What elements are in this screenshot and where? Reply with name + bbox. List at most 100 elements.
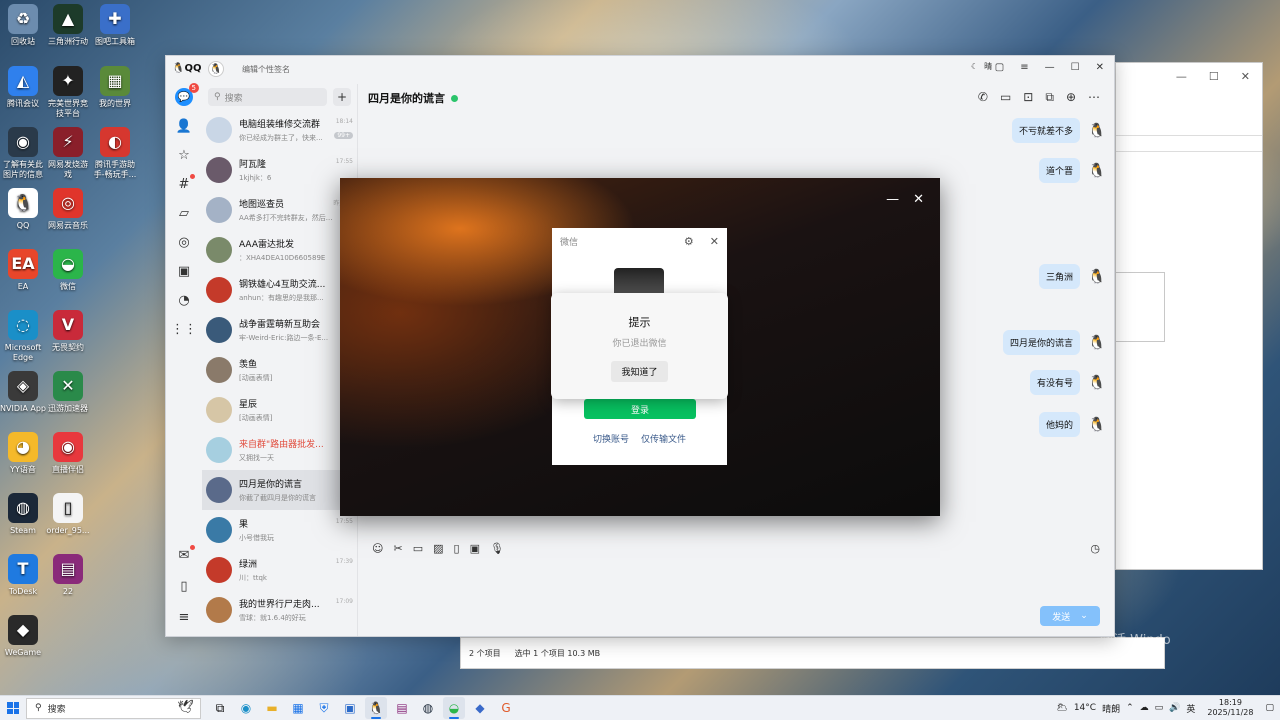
avatar[interactable]: 🐧 (208, 61, 224, 77)
steam-icon[interactable]: ◍ (417, 697, 439, 719)
taskbar-search[interactable]: ⚲ 搜索 🕊 (26, 697, 201, 719)
conversation-item[interactable]: 战争雷霆萌新互助会 牢-Weird-Eric:路边一条-E... (202, 310, 357, 350)
app-icon[interactable]: ◆ (469, 697, 491, 719)
folder-icon[interactable]: ▭ (413, 542, 423, 555)
desktop-icon[interactable]: ✚ 图吧工具箱 (92, 4, 138, 47)
channel-icon[interactable]: # (175, 174, 195, 193)
add-button[interactable]: + (333, 88, 351, 106)
signature-field[interactable]: 编辑个性签名 (242, 64, 290, 75)
scissors-icon[interactable]: ✂ (393, 542, 402, 555)
maximize-icon[interactable]: ☐ (1071, 62, 1080, 73)
send-button[interactable]: 发送 ⌄ (1040, 606, 1100, 626)
display-icon[interactable]: ▭ (1155, 703, 1164, 713)
desktop-icon[interactable]: ◌ Microsoft Edge (0, 310, 46, 363)
weather-widget[interactable]: ☾ 晴 (971, 61, 992, 72)
message-bubble[interactable]: 他妈的 (1038, 412, 1080, 437)
screen-icon[interactable]: ▢ (995, 62, 1004, 73)
cloud-icon[interactable]: ☁ (1140, 703, 1149, 713)
conversation-item[interactable]: 羡鱼 [动画表情] (202, 350, 357, 390)
qq-icon[interactable]: 🐧 (365, 697, 387, 719)
avatar[interactable]: 🐧 (1088, 268, 1106, 286)
hamburger-icon[interactable]: ≡ (175, 608, 193, 626)
message-bubble[interactable]: 三角洲 (1038, 264, 1080, 289)
conversation-item[interactable]: 果小号借我玩 17:55 (202, 510, 357, 550)
desktop-icon[interactable]: ▯ order_95... (45, 493, 91, 536)
desktop-icon[interactable]: ◆ WeGame (0, 615, 46, 658)
message-bubble[interactable]: 有没有号 (1029, 370, 1080, 395)
minimize-icon[interactable]: — (1176, 70, 1187, 83)
message-bubble[interactable]: 道个晋 (1038, 158, 1080, 183)
conversation-item[interactable]: 地图巡查员AA希多打不完转群友，然后...昨天21 (202, 190, 357, 230)
desktop-icon[interactable]: ◉ 了解有关此图片的信息 (0, 127, 46, 180)
switch-account-link[interactable]: 切换账号 (593, 432, 629, 445)
history-icon[interactable]: ◷ (1090, 542, 1100, 555)
red-packet-icon[interactable]: ▣ (470, 542, 480, 555)
volume-icon[interactable]: 🔊 (1169, 703, 1180, 713)
desktop-icon[interactable]: ▲ 三角洲行动 (45, 4, 91, 47)
remote-desktop-icon[interactable]: ▣ (339, 697, 361, 719)
dialog-ok-button[interactable]: 我知道了 (611, 361, 668, 382)
avatar[interactable]: 🐧 (1088, 374, 1106, 392)
book-icon[interactable]: ▱ (175, 204, 193, 222)
desktop-icon[interactable]: ✕ 迅游加速器 (45, 371, 91, 414)
compass-icon[interactable]: ◎ (175, 233, 193, 251)
message-icon[interactable]: 💬 5 (175, 83, 199, 106)
avatar[interactable]: 🐧 (1088, 334, 1106, 352)
add-member-icon[interactable]: ⊕ (1066, 90, 1076, 105)
contacts-icon[interactable]: 👤 (175, 117, 193, 135)
message-bubble[interactable]: 四月是你的谎言 (1002, 330, 1080, 355)
wechat-icon[interactable]: ◒ (443, 697, 465, 719)
explorer-dialog[interactable] (1115, 272, 1165, 342)
image-icon[interactable]: ▨ (433, 542, 443, 555)
emoji-icon[interactable]: ☺ (372, 542, 383, 555)
desktop-icon[interactable]: ◎ 网易云音乐 (45, 188, 91, 231)
video-call-icon[interactable]: ▭ (1000, 90, 1011, 105)
gear-icon[interactable]: ⚙ (684, 235, 694, 248)
conversation-item[interactable]: 星辰 [动画表情] (202, 390, 357, 430)
shake-icon[interactable]: ▯ (454, 542, 460, 555)
desktop-icon[interactable]: ◕ YY语音 (0, 432, 46, 475)
gamepad-icon[interactable]: ◔ (175, 291, 193, 309)
video-icon[interactable]: ▣ (175, 262, 193, 280)
desktop-icon[interactable]: ◐ 腾讯手游助手-畅玩手... (92, 127, 138, 180)
search-input[interactable]: ⚲ 搜索 (208, 88, 327, 106)
desktop-icon[interactable]: ▤ 22 (45, 554, 91, 597)
desktop-icon[interactable]: ◒ 微信 (45, 249, 91, 292)
close-icon[interactable]: ✕ (913, 192, 924, 207)
avatar[interactable]: 🐧 (1088, 122, 1106, 140)
phone-icon[interactable]: ▯ (175, 577, 193, 595)
desktop-icon[interactable]: ◭ 腾讯会议 (0, 66, 46, 109)
maximize-icon[interactable]: ☐ (1209, 70, 1219, 83)
close-icon[interactable]: ✕ (1241, 70, 1250, 83)
desktop-icon[interactable]: ♻ 回收站 (0, 4, 46, 47)
desktop-icon[interactable]: 🐧 QQ (0, 188, 46, 231)
conversation-item[interactable]: 电脑组装维修交流群 你已经成为群主了，快来... 18:14 99+ (202, 110, 357, 150)
start-button[interactable] (0, 702, 26, 714)
desktop-icon[interactable]: ▦ 我的世界 (92, 66, 138, 109)
transfer-only-link[interactable]: 仅传输文件 (641, 432, 686, 445)
avatar[interactable]: 🐧 (1088, 416, 1106, 434)
conversation-item[interactable]: AAA雷达批发：XHA4DEA10D660589E10 (202, 230, 357, 270)
conversation-item[interactable]: 来自群"路由器批发... 又拥找一天 (202, 430, 357, 470)
close-icon[interactable]: ✕ (1096, 62, 1104, 73)
desktop-icon[interactable]: ✦ 完美世界竞技平台 (45, 66, 91, 119)
desktop-icon[interactable]: ◉ 直播伴侣 (45, 432, 91, 475)
task-view-icon[interactable]: ⧉ (209, 697, 231, 719)
desktop-icon[interactable]: ◍ Steam (0, 493, 46, 536)
notification-icon[interactable]: ▢ (1265, 703, 1274, 713)
message-bubble[interactable]: 不亏就差不多 (1011, 118, 1080, 143)
minimize-icon[interactable]: — (886, 192, 899, 207)
remote-icon[interactable]: ⧉ (1045, 90, 1054, 105)
clock[interactable]: 18:19 2025/11/28 (1207, 698, 1253, 718)
file-explorer-icon[interactable]: ▬ (261, 697, 283, 719)
mail-icon[interactable]: ✉ (175, 545, 195, 564)
chevron-up-icon[interactable]: ⌃ (1126, 703, 1134, 713)
avatar[interactable]: 🐧 (1088, 162, 1106, 180)
security-icon[interactable]: ⛨ (313, 697, 335, 719)
minimize-icon[interactable]: — (1045, 62, 1055, 73)
desktop-icon[interactable]: EA EA (0, 249, 46, 292)
screen-share-icon[interactable]: ⊡ (1023, 90, 1033, 105)
chevron-down-icon[interactable]: ⌄ (1080, 611, 1088, 621)
phone-call-icon[interactable]: ✆ (978, 90, 988, 105)
conversation-item[interactable]: 我的世界行尸走肉... 雪球：就1.6.4的好玩 17:09 (202, 590, 357, 630)
